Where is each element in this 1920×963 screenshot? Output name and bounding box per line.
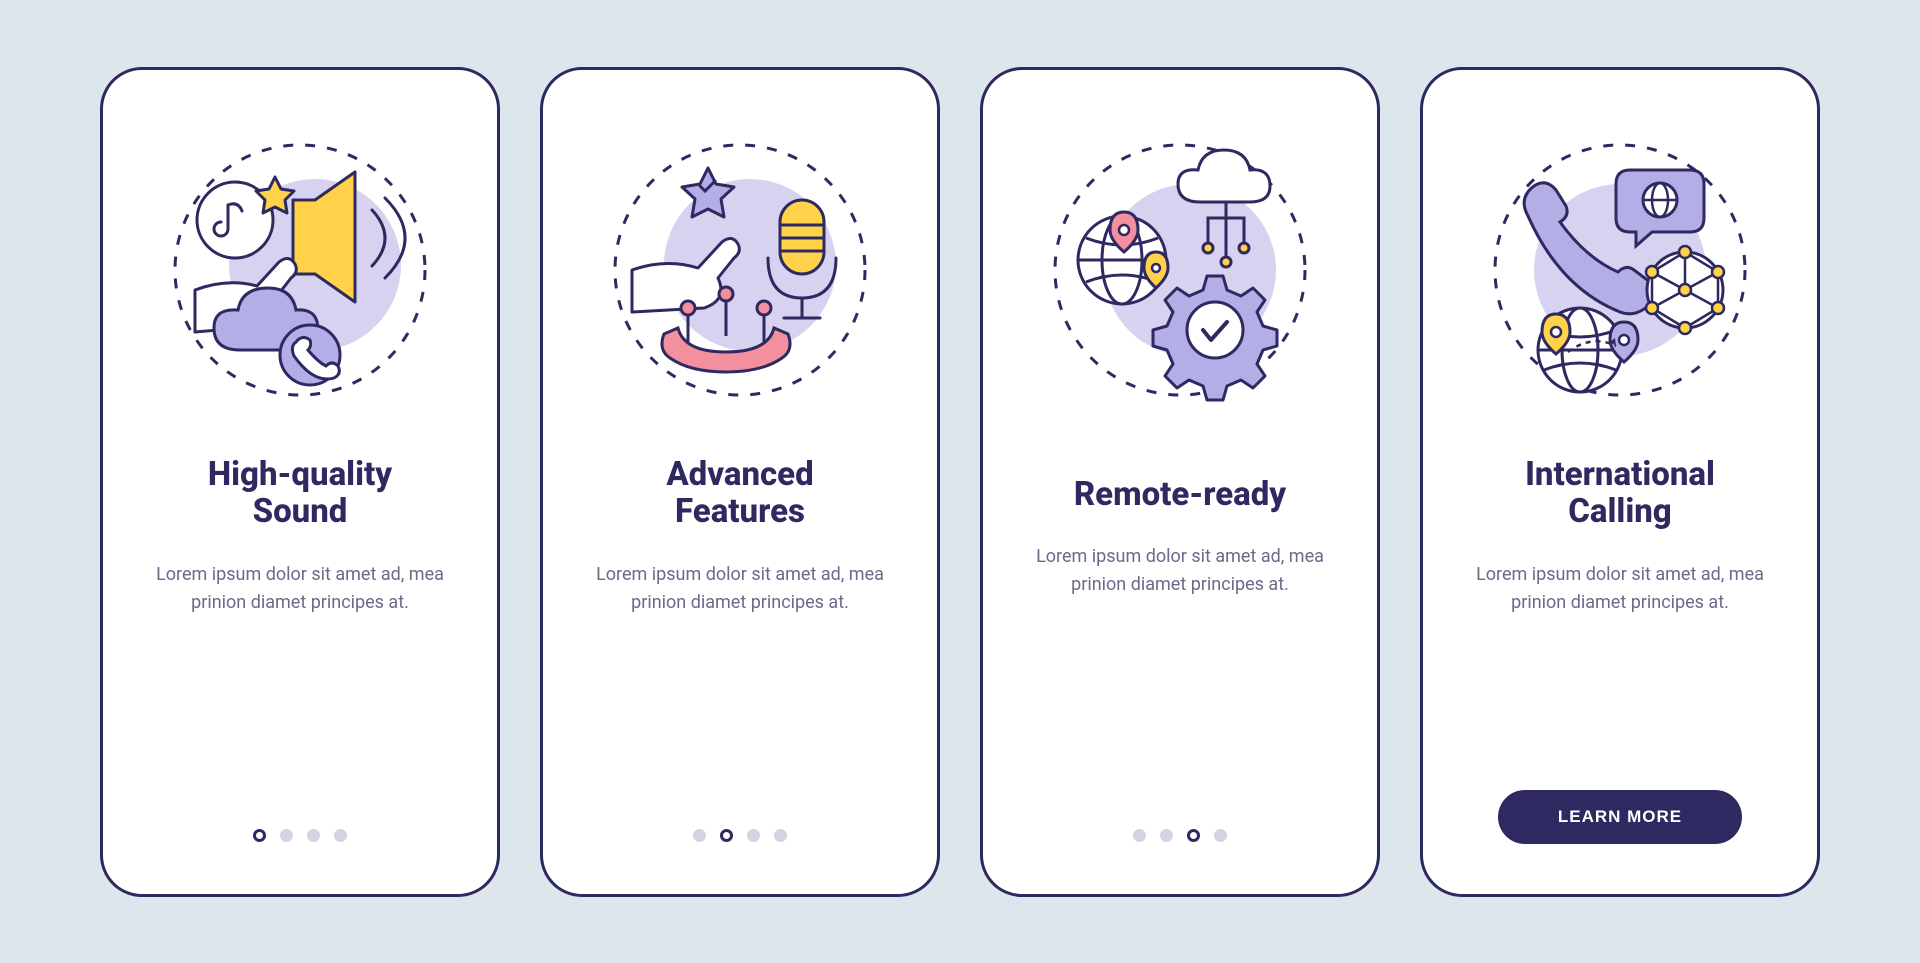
dot-0[interactable]: [693, 829, 706, 842]
dot-2[interactable]: [307, 829, 320, 842]
screen-description: Lorem ipsum dolor sit amet ad, mea prini…: [1470, 561, 1770, 617]
dot-1[interactable]: [280, 829, 293, 842]
learn-more-button[interactable]: LEARN MORE: [1498, 790, 1742, 844]
onboarding-screen-features: Advanced Features Lorem ipsum dolor sit …: [540, 67, 940, 897]
dot-2[interactable]: [747, 829, 760, 842]
illustration-features: [600, 130, 880, 410]
dot-0[interactable]: [253, 829, 266, 842]
screen-title: Advanced Features: [666, 456, 813, 532]
screen-title: International Calling: [1525, 456, 1715, 532]
onboarding-screen-international: International Calling Lorem ipsum dolor …: [1420, 67, 1820, 897]
onboarding-screen-remote: Remote-ready Lorem ipsum dolor sit amet …: [980, 67, 1380, 897]
pagination-dots: [693, 829, 787, 842]
illustration-sound: [160, 130, 440, 410]
dot-1[interactable]: [720, 829, 733, 842]
dot-3[interactable]: [1214, 829, 1227, 842]
dot-0[interactable]: [1133, 829, 1146, 842]
dot-3[interactable]: [334, 829, 347, 842]
screen-description: Lorem ipsum dolor sit amet ad, mea prini…: [150, 561, 450, 617]
screen-title: Remote-ready: [1074, 476, 1286, 514]
illustration-remote: [1040, 130, 1320, 410]
screen-title: High-quality Sound: [208, 456, 392, 532]
onboarding-screen-sound: High-quality Sound Lorem ipsum dolor sit…: [100, 67, 500, 897]
screen-description: Lorem ipsum dolor sit amet ad, mea prini…: [1030, 543, 1330, 599]
pagination-dots: [1133, 829, 1227, 842]
dot-2[interactable]: [1187, 829, 1200, 842]
dot-3[interactable]: [774, 829, 787, 842]
pagination-dots: [253, 829, 347, 842]
dot-1[interactable]: [1160, 829, 1173, 842]
illustration-international: [1480, 130, 1760, 410]
onboarding-screens-row: High-quality Sound Lorem ipsum dolor sit…: [60, 7, 1860, 957]
screen-description: Lorem ipsum dolor sit amet ad, mea prini…: [590, 561, 890, 617]
